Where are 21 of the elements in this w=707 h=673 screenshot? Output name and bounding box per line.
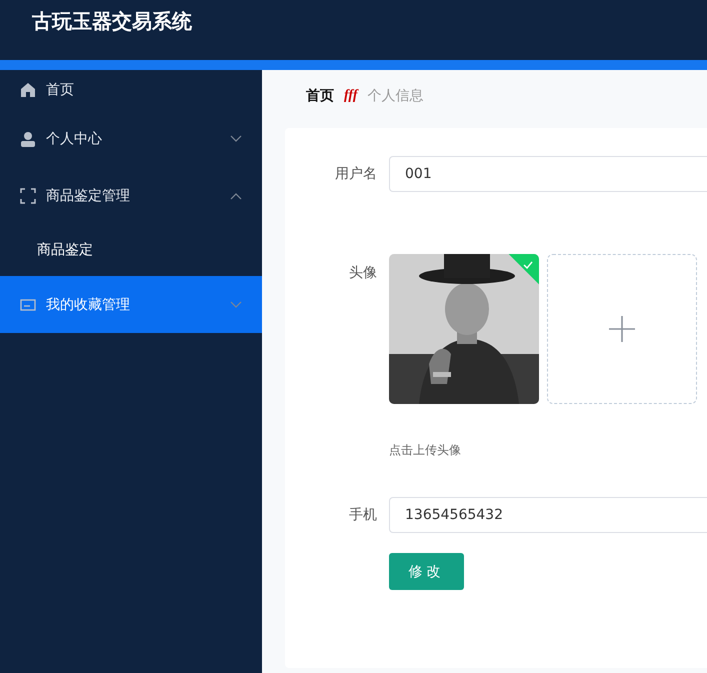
home-icon <box>20 82 36 98</box>
plus-icon <box>609 316 635 342</box>
user-icon <box>20 130 36 146</box>
input-field[interactable]: 13654565432 <box>389 497 707 533</box>
field-label: 用户名 <box>334 165 378 183</box>
app-title: 古玩玉器交易系统 <box>32 8 192 35</box>
menu-item[interactable]: 首页 <box>0 70 262 110</box>
upload-hint: 点击上传头像 <box>389 442 462 459</box>
frame-corners-icon <box>20 188 36 204</box>
input-field[interactable]: 001 <box>389 156 707 192</box>
breadcrumb-separator: fff <box>344 88 358 104</box>
breadcrumb-item[interactable]: 首页 <box>306 87 334 105</box>
field-label: 手机 <box>348 506 378 524</box>
upload-button[interactable] <box>547 254 697 404</box>
breadcrumb-item: 个人信息 <box>367 87 424 105</box>
menu-item[interactable]: 个人中心 <box>0 110 262 167</box>
submenu-item[interactable]: 商品鉴定 <box>0 224 262 276</box>
menu-item[interactable]: 我的收藏管理 <box>0 276 262 333</box>
menu-item[interactable]: 商品鉴定管理 <box>0 167 262 224</box>
card-icon <box>20 296 36 312</box>
field-label: 头像 <box>348 264 378 282</box>
